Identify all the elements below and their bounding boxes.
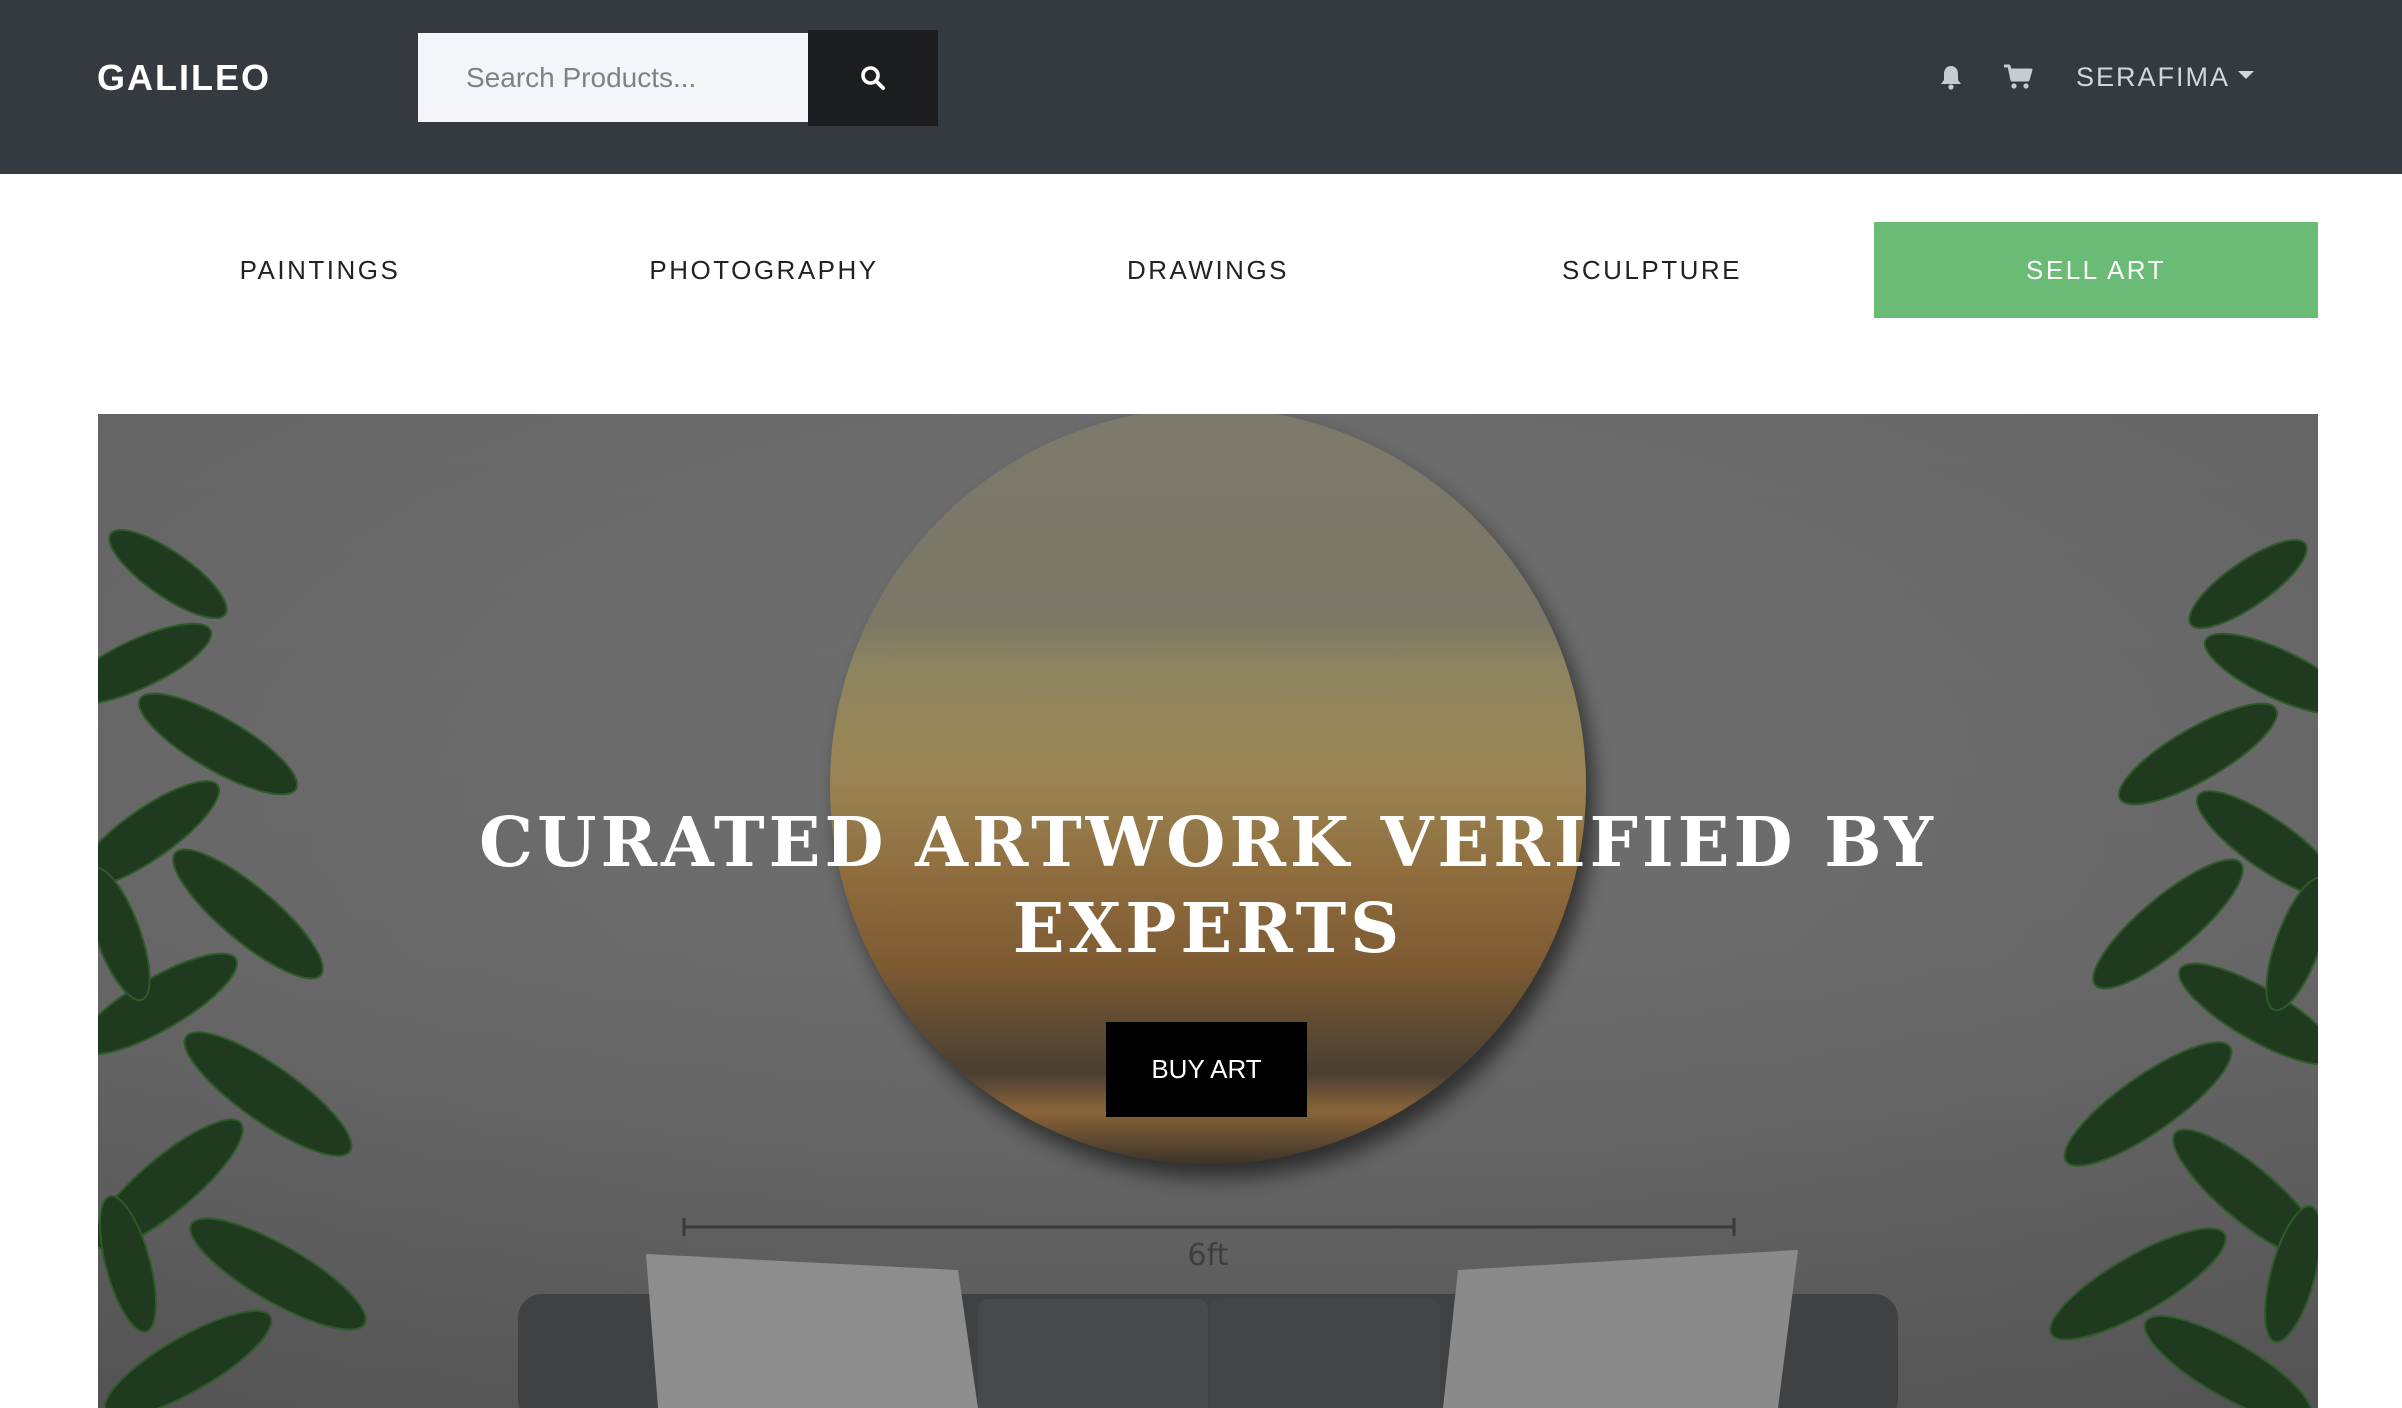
search-icon bbox=[861, 66, 885, 90]
cart-icon bbox=[2004, 64, 2033, 89]
top-navbar: GALILEO SERAFIMA bbox=[0, 0, 2402, 174]
nav-sculpture[interactable]: SCULPTURE bbox=[1430, 222, 1874, 318]
search-form bbox=[418, 30, 938, 126]
notifications-button[interactable] bbox=[1934, 60, 1968, 94]
user-menu-dropdown[interactable]: SERAFIMA bbox=[2076, 56, 2255, 98]
cart-button[interactable] bbox=[2001, 60, 2035, 94]
hero-banner: CURATED ARTWORK VERIFIED BY EXPERTS BUY … bbox=[98, 414, 2318, 1408]
hero-title-line-1: CURATED ARTWORK VERIFIED BY bbox=[479, 803, 1937, 883]
user-name: SERAFIMA bbox=[2076, 62, 2231, 92]
brand-logo[interactable]: GALILEO bbox=[97, 54, 271, 102]
dimension-label: 6ft bbox=[1187, 1238, 1229, 1273]
search-input[interactable] bbox=[418, 33, 808, 122]
bell-icon bbox=[1941, 66, 1961, 90]
nav-paintings[interactable]: PAINTINGS bbox=[98, 222, 542, 318]
sell-art-button[interactable]: SELL ART bbox=[1874, 222, 2318, 318]
search-button[interactable] bbox=[808, 30, 938, 126]
hero-title: CURATED ARTWORK VERIFIED BY EXPERTS bbox=[98, 800, 2318, 972]
hero-title-line-2: EXPERTS bbox=[1012, 889, 1404, 969]
buy-art-button[interactable]: BUY ART bbox=[1106, 1022, 1307, 1117]
category-nav: PAINTINGS PHOTOGRAPHY DRAWINGS SCULPTURE… bbox=[98, 222, 2318, 318]
nav-drawings[interactable]: DRAWINGS bbox=[986, 222, 1430, 318]
chevron-down-icon bbox=[2238, 71, 2255, 79]
nav-photography[interactable]: PHOTOGRAPHY bbox=[542, 222, 986, 318]
